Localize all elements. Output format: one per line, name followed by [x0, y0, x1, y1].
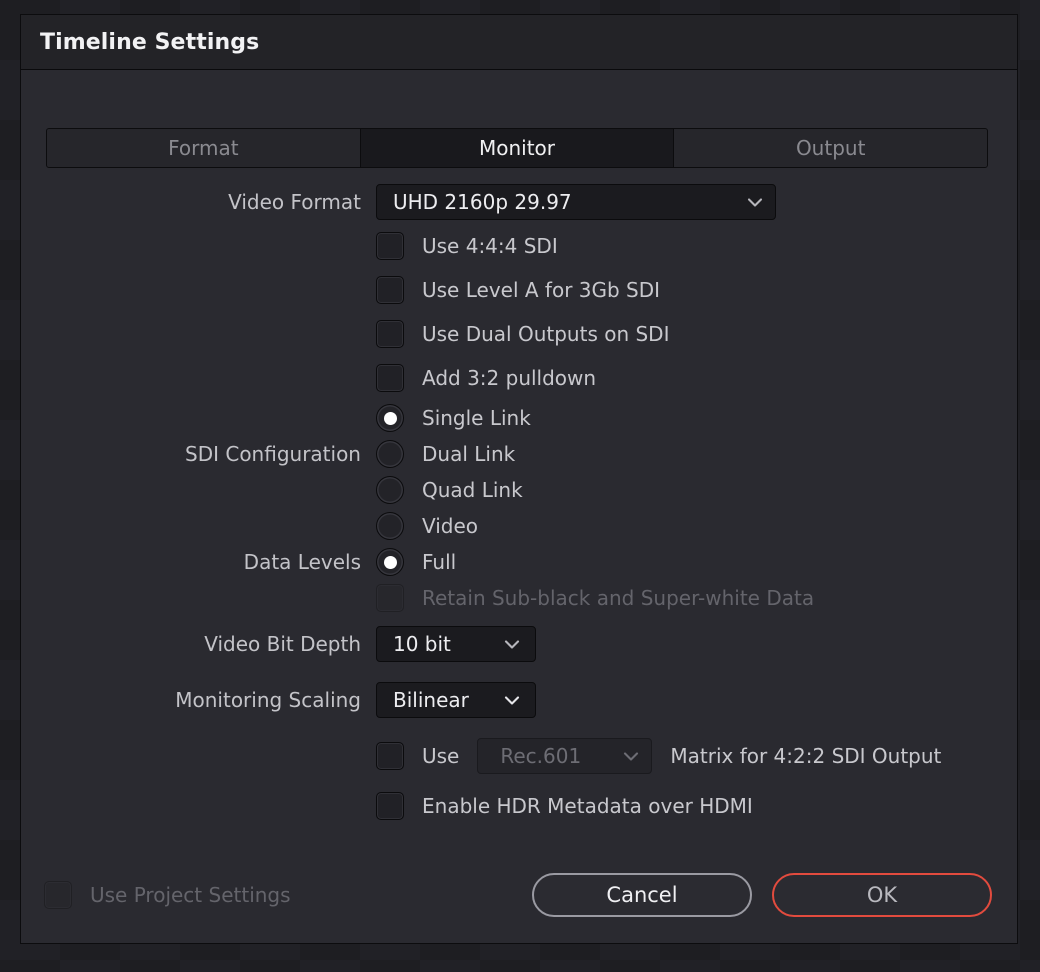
- dialog-footer: Use Project Settings Cancel OK: [21, 847, 1017, 943]
- radio-row-video: Video: [376, 508, 814, 544]
- tab-output-label: Output: [795, 136, 866, 160]
- sdi-single-link-radio[interactable]: [376, 404, 404, 432]
- use-project-settings-label: Use Project Settings: [90, 883, 291, 907]
- settings-form: Video Format UHD 2160p 29.97 Use 4:4:4 S…: [21, 180, 1017, 828]
- sdi-quad-link-label: Quad Link: [422, 478, 523, 502]
- row-video-format: Video Format UHD 2160p 29.97: [21, 180, 1017, 224]
- sdi-dual-link-label: Dual Link: [422, 442, 516, 466]
- radio-row-dual-link: Dual Link: [376, 436, 531, 472]
- use-level-a-label: Use Level A for 3Gb SDI: [422, 278, 661, 302]
- use-444-sdi-checkbox[interactable]: [376, 232, 404, 260]
- data-levels-full-radio[interactable]: [376, 548, 404, 576]
- ok-button-label: OK: [866, 883, 898, 907]
- use-dual-outputs-checkbox[interactable]: [376, 320, 404, 348]
- ok-button[interactable]: OK: [772, 873, 992, 917]
- row-video-bit-depth: Video Bit Depth 10 bit: [21, 616, 1017, 672]
- row-use-444-sdi: Use 4:4:4 SDI: [21, 224, 1017, 268]
- data-levels-radio-group: Video Full Retain Sub-black and Super-wh…: [376, 508, 814, 616]
- row-sdi-configuration: SDI Configuration Single Link Dual Link …: [21, 400, 1017, 508]
- row-monitoring-scaling: Monitoring Scaling Bilinear: [21, 672, 1017, 728]
- monitoring-scaling-label: Monitoring Scaling: [175, 688, 361, 712]
- tab-format[interactable]: Format: [47, 129, 361, 167]
- video-bit-depth-dropdown[interactable]: 10 bit: [376, 626, 536, 662]
- sdi-single-link-label: Single Link: [422, 406, 531, 430]
- enable-hdr-metadata-checkbox[interactable]: [376, 792, 404, 820]
- cancel-button[interactable]: Cancel: [532, 873, 752, 917]
- use-dual-outputs-label: Use Dual Outputs on SDI: [422, 322, 670, 346]
- row-data-levels: Data Levels Video Full Retain Sub-black …: [21, 508, 1017, 616]
- radio-row-retain-subblack: Retain Sub-black and Super-white Data: [376, 580, 814, 616]
- matrix-standard-value: Rec.601: [500, 744, 582, 768]
- video-format-value: UHD 2160p 29.97: [393, 190, 572, 214]
- timeline-settings-dialog: Timeline Settings Format Monitor Output …: [20, 14, 1018, 944]
- row-matrix-sdi-output: Use Rec.601 Matrix for 4:2:2 SDI Output: [21, 728, 1017, 784]
- tab-output[interactable]: Output: [674, 129, 987, 167]
- sdi-configuration-label: SDI Configuration: [185, 442, 361, 466]
- dialog-titlebar: Timeline Settings: [21, 15, 1017, 70]
- radio-dot: [383, 555, 397, 569]
- use-matrix-prefix-label: Use: [422, 744, 460, 768]
- row-hdr-metadata: Enable HDR Metadata over HDMI: [21, 784, 1017, 828]
- monitoring-scaling-value: Bilinear: [393, 688, 469, 712]
- add-32-pulldown-checkbox[interactable]: [376, 364, 404, 392]
- use-project-settings-checkbox: [44, 881, 72, 909]
- tab-monitor-label: Monitor: [478, 136, 556, 160]
- row-use-level-a: Use Level A for 3Gb SDI: [21, 268, 1017, 312]
- video-format-dropdown[interactable]: UHD 2160p 29.97: [376, 184, 776, 220]
- chevron-down-icon: [503, 691, 521, 709]
- retain-subblack-label: Retain Sub-black and Super-white Data: [422, 586, 815, 610]
- chevron-down-icon: [503, 635, 521, 653]
- sdi-configuration-radio-group: Single Link Dual Link Quad Link: [376, 400, 531, 508]
- data-levels-video-radio[interactable]: [376, 512, 404, 540]
- video-format-label: Video Format: [228, 190, 361, 214]
- sdi-dual-link-radio[interactable]: [376, 440, 404, 468]
- tab-monitor[interactable]: Monitor: [360, 129, 675, 167]
- use-matrix-checkbox[interactable]: [376, 742, 404, 770]
- radio-row-full: Full: [376, 544, 814, 580]
- video-bit-depth-value: 10 bit: [393, 632, 451, 656]
- matrix-standard-dropdown: Rec.601: [477, 738, 653, 774]
- chevron-down-icon: [746, 193, 764, 211]
- retain-subblack-checkbox: [376, 584, 404, 612]
- data-levels-video-label: Video: [422, 514, 479, 538]
- cancel-button-label: Cancel: [606, 883, 678, 907]
- settings-tab-bar: Format Monitor Output: [46, 128, 988, 168]
- row-add-32-pulldown: Add 3:2 pulldown: [21, 356, 1017, 400]
- dialog-body: Format Monitor Output Video Format UHD 2…: [21, 70, 1017, 943]
- sdi-quad-link-radio[interactable]: [376, 476, 404, 504]
- use-matrix-suffix-label: Matrix for 4:2:2 SDI Output: [670, 744, 942, 768]
- video-bit-depth-label: Video Bit Depth: [204, 632, 361, 656]
- enable-hdr-metadata-label: Enable HDR Metadata over HDMI: [422, 794, 753, 818]
- monitoring-scaling-dropdown[interactable]: Bilinear: [376, 682, 536, 718]
- dialog-title: Timeline Settings: [40, 29, 260, 55]
- add-32-pulldown-label: Add 3:2 pulldown: [422, 366, 597, 390]
- radio-row-single-link: Single Link: [376, 400, 531, 436]
- use-level-a-checkbox[interactable]: [376, 276, 404, 304]
- radio-row-quad-link: Quad Link: [376, 472, 531, 508]
- row-use-dual-outputs: Use Dual Outputs on SDI: [21, 312, 1017, 356]
- use-444-sdi-label: Use 4:4:4 SDI: [422, 234, 558, 258]
- data-levels-label: Data Levels: [243, 550, 361, 574]
- use-project-settings-group: Use Project Settings: [44, 881, 532, 909]
- radio-dot: [383, 411, 397, 425]
- tab-format-label: Format: [168, 136, 239, 160]
- data-levels-full-label: Full: [422, 550, 457, 574]
- chevron-down-icon: [622, 747, 640, 765]
